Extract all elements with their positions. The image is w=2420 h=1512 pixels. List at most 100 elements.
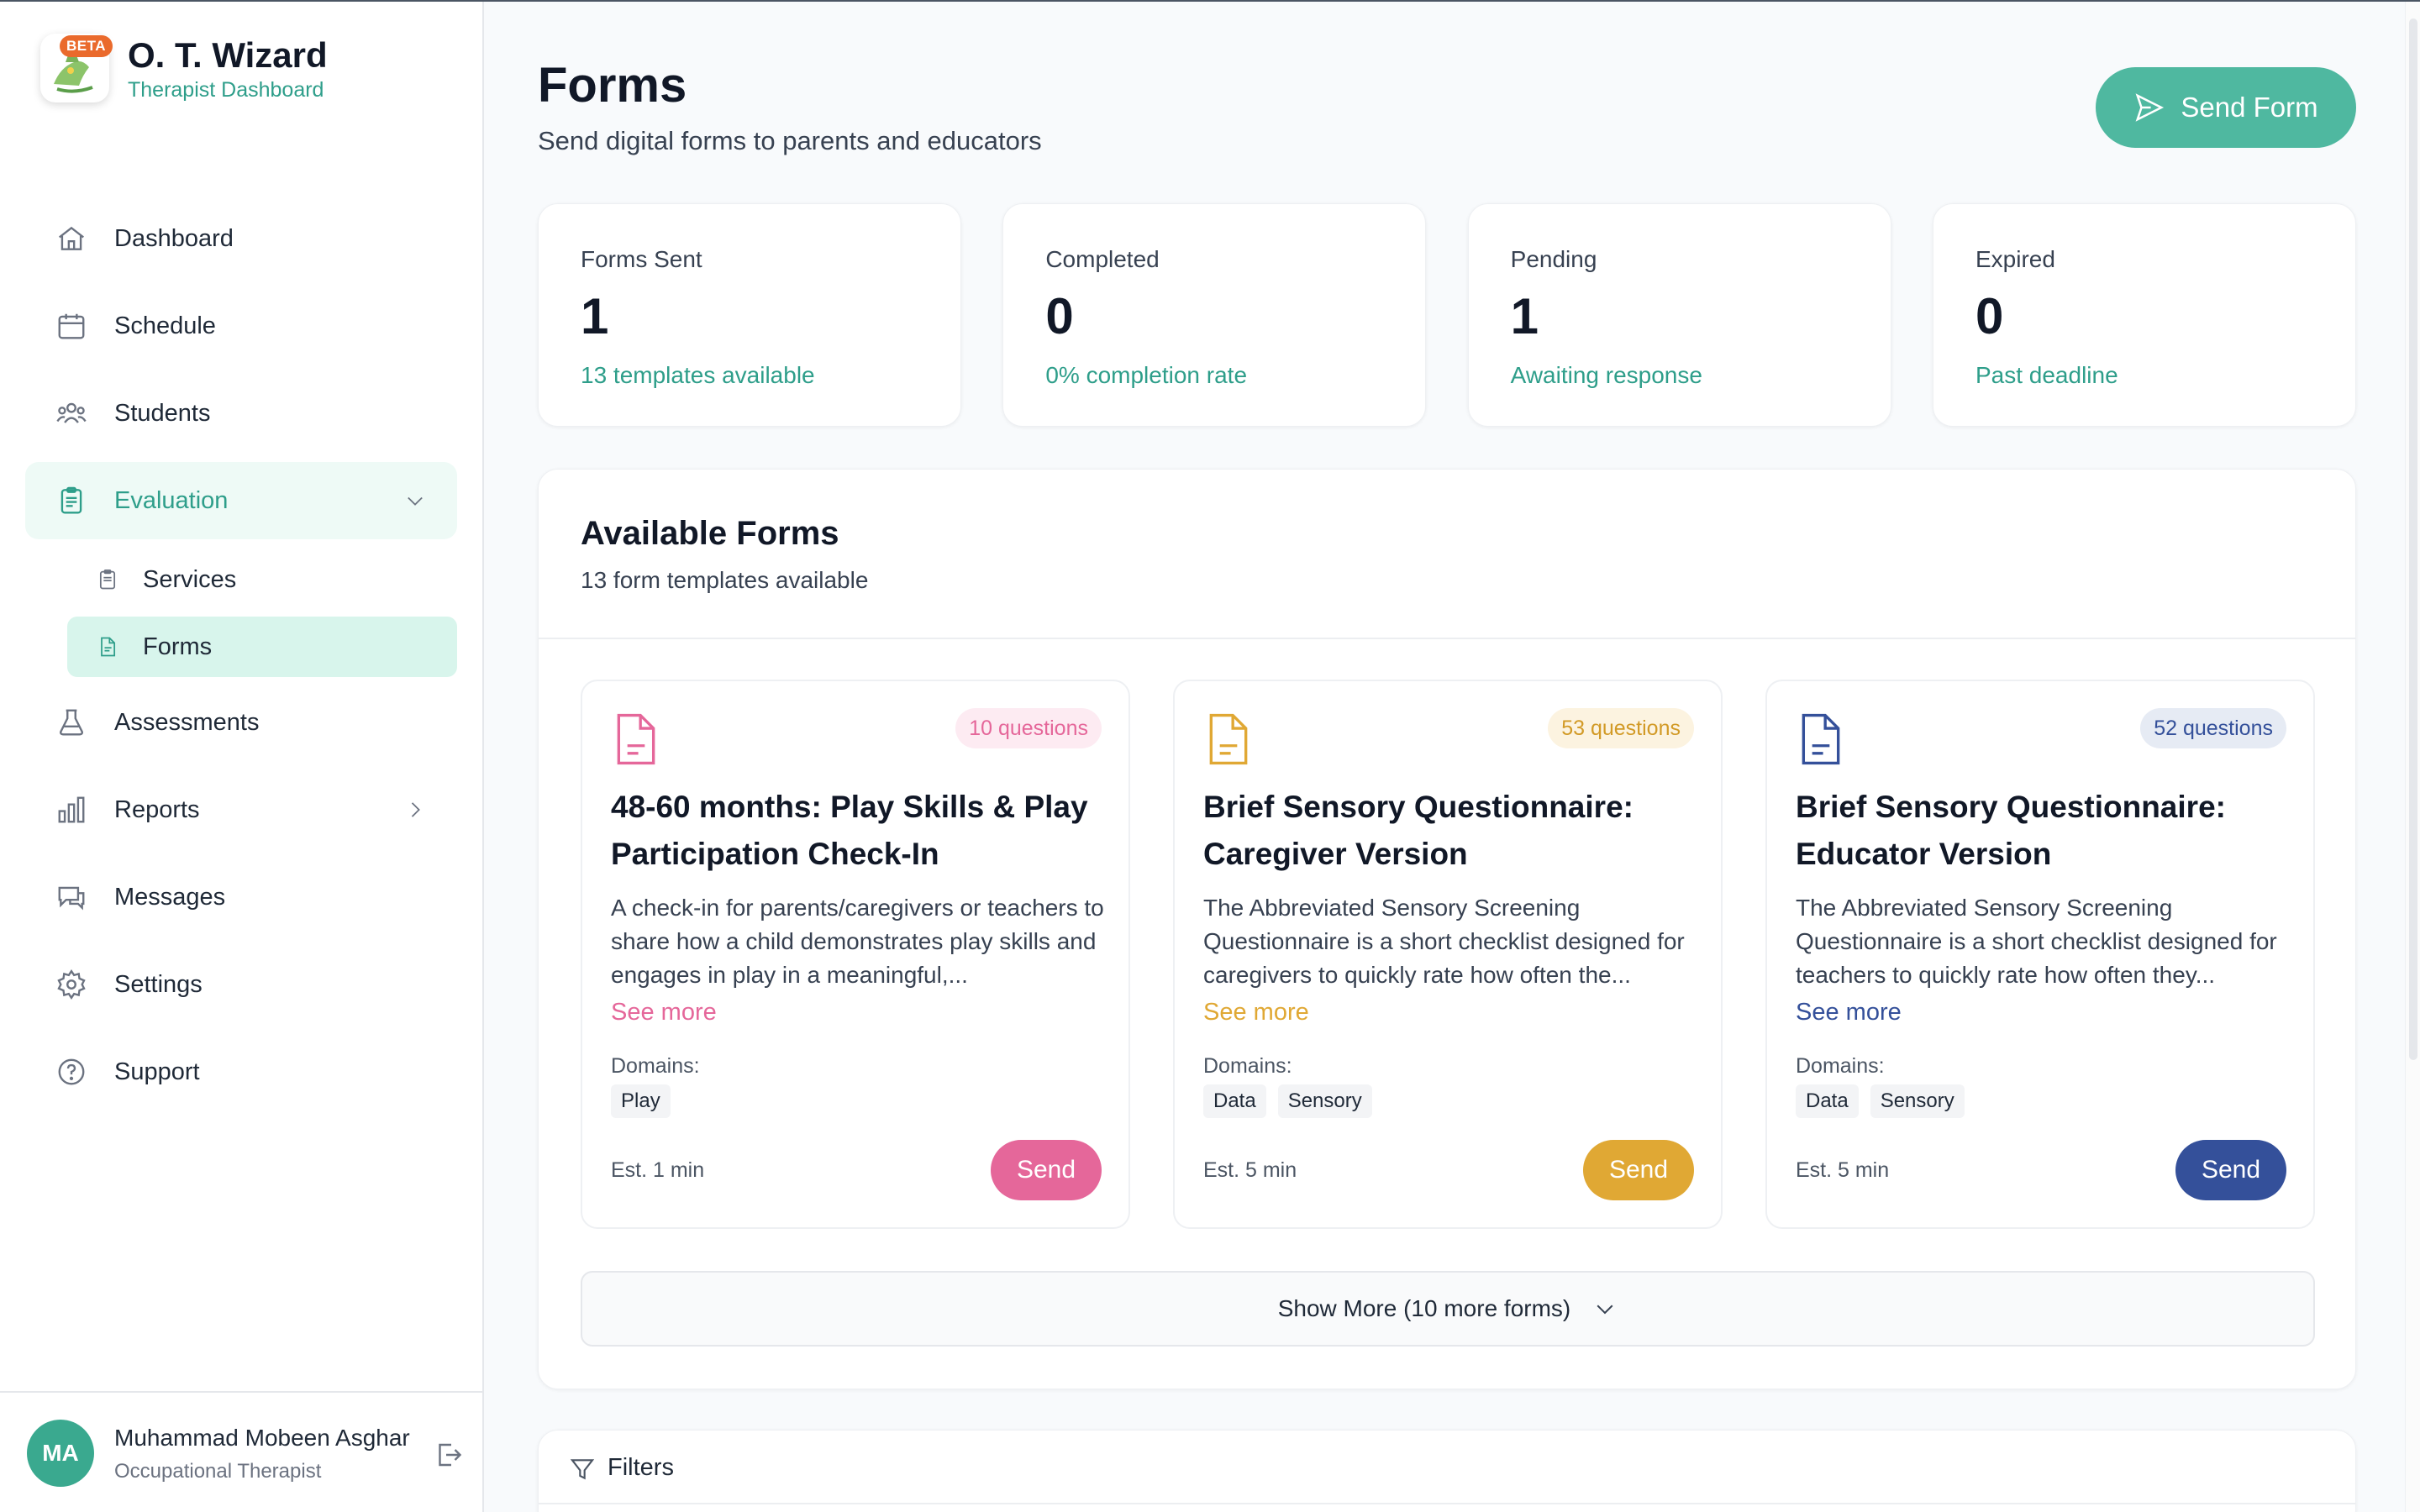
form-card-title: 48-60 months: Play Skills & Play Partici… bbox=[611, 790, 1088, 871]
stat-label: Completed bbox=[1045, 246, 1160, 272]
stat-label: Pending bbox=[1510, 246, 1597, 272]
form-card-description: A check-in for parents/caregivers or tea… bbox=[611, 895, 1104, 988]
see-more-link[interactable]: See more bbox=[1203, 999, 1309, 1026]
stat-label: Forms Sent bbox=[581, 246, 702, 272]
sidebar: BETA O. T. Wizard Therapist Dashboard Da… bbox=[0, 2, 484, 1512]
domain-chip: Play bbox=[611, 1084, 671, 1118]
filters-panel: Filters bbox=[538, 1430, 2356, 1512]
sidebar-item-evaluation[interactable]: Evaluation bbox=[25, 462, 457, 539]
form-card-title: Brief Sensory Questionnaire: Caregiver V… bbox=[1203, 790, 1634, 871]
stat-value: 0 bbox=[1045, 288, 1074, 344]
brand[interactable]: BETA O. T. Wizard Therapist Dashboard bbox=[40, 34, 328, 102]
sidebar-item-support[interactable]: Support bbox=[25, 1033, 457, 1110]
domain-chips: Play bbox=[611, 1084, 682, 1118]
sidebar-subitem-services[interactable]: Services bbox=[67, 549, 457, 610]
stat-value: 0 bbox=[1975, 288, 2004, 344]
sidebar-item-label: Evaluation bbox=[114, 486, 229, 514]
domain-chips: Data Sensory bbox=[1796, 1084, 1976, 1118]
sidebar-item-label: Settings bbox=[114, 970, 203, 998]
domain-chip: Sensory bbox=[1870, 1084, 1965, 1118]
sidebar-item-settings[interactable]: Settings bbox=[25, 946, 457, 1023]
sidebar-nav: Dashboard Schedule Students Evaluation S… bbox=[25, 200, 457, 1121]
filters-label[interactable]: Filters bbox=[608, 1454, 674, 1482]
form-card[interactable]: 10 questions 48-60 months: Play Skills &… bbox=[581, 680, 1130, 1229]
document-icon bbox=[1209, 713, 1248, 765]
stat-value: 1 bbox=[1510, 288, 1539, 344]
user-role: Occupational Therapist bbox=[114, 1460, 322, 1483]
stat-card-forms-sent: Forms Sent 1 13 templates available bbox=[538, 203, 961, 427]
stat-card-expired: Expired 0 Past deadline bbox=[1932, 203, 2356, 427]
sidebar-item-schedule[interactable]: Schedule bbox=[25, 287, 457, 365]
question-count-badge: 53 questions bbox=[1548, 708, 1694, 748]
show-more-button[interactable]: Show More (10 more forms) bbox=[581, 1271, 2315, 1347]
form-card-description: The Abbreviated Sensory Screening Questi… bbox=[1796, 895, 2277, 988]
stat-label: Expired bbox=[1975, 246, 2055, 272]
avatar[interactable]: MA bbox=[27, 1420, 94, 1487]
stat-card-completed: Completed 0 0% completion rate bbox=[1002, 203, 1427, 427]
estimated-time: Est. 5 min bbox=[1796, 1158, 1890, 1182]
panel-subtitle: 13 form templates available bbox=[581, 567, 869, 593]
form-card-title: Brief Sensory Questionnaire: Educator Ve… bbox=[1796, 790, 2226, 871]
stats-row: Forms Sent 1 13 templates available Comp… bbox=[538, 203, 2356, 427]
domains-label: Domains: bbox=[1796, 1054, 1885, 1078]
bar-chart-icon bbox=[58, 796, 85, 823]
domains-label: Domains: bbox=[611, 1054, 700, 1078]
document-icon bbox=[1802, 713, 1840, 765]
beta-badge: BETA bbox=[59, 35, 113, 57]
domain-chip: Data bbox=[1203, 1084, 1266, 1118]
scrollbar-thumb[interactable] bbox=[2409, 18, 2417, 1060]
sidebar-item-assessments[interactable]: Assessments bbox=[25, 684, 457, 761]
domain-chip: Data bbox=[1796, 1084, 1859, 1118]
sidebar-item-label: Support bbox=[114, 1058, 200, 1085]
stat-note: 0% completion rate bbox=[1045, 362, 1248, 388]
document-icon bbox=[101, 637, 116, 657]
divider bbox=[539, 638, 2355, 639]
chevron-right-icon[interactable] bbox=[403, 798, 427, 822]
sidebar-item-messages[interactable]: Messages bbox=[25, 858, 457, 936]
page-scrollbar[interactable] bbox=[2405, 2, 2420, 1512]
sidebar-item-label: Students bbox=[114, 399, 211, 427]
document-icon bbox=[617, 713, 655, 765]
send-button[interactable]: Send bbox=[1583, 1140, 1694, 1200]
sidebar-subitem-forms[interactable]: Forms bbox=[67, 617, 457, 677]
chevron-down-icon[interactable] bbox=[403, 489, 427, 512]
user-profile: MA Muhammad Mobeen Asghar Occupational T… bbox=[0, 1391, 482, 1512]
estimated-time: Est. 5 min bbox=[1203, 1158, 1297, 1182]
sidebar-item-label: Messages bbox=[114, 883, 226, 911]
domain-chips: Data Sensory bbox=[1203, 1084, 1384, 1118]
gear-icon bbox=[57, 969, 86, 1000]
form-card-description: The Abbreviated Sensory Screening Questi… bbox=[1203, 895, 1685, 988]
sidebar-subitem-label: Forms bbox=[143, 633, 213, 660]
sidebar-item-students[interactable]: Students bbox=[25, 375, 457, 452]
clipboard-icon bbox=[60, 486, 82, 514]
show-more-label: Show More (10 more forms) bbox=[1277, 1295, 1571, 1321]
flask-icon bbox=[60, 709, 83, 736]
sidebar-subitem-label: Services bbox=[143, 565, 237, 593]
send-button[interactable]: Send bbox=[991, 1140, 1102, 1200]
sidebar-item-label: Assessments bbox=[114, 708, 260, 736]
stat-card-pending: Pending 1 Awaiting response bbox=[1467, 203, 1891, 427]
form-card[interactable]: 53 questions Brief Sensory Questionnaire… bbox=[1173, 680, 1723, 1229]
logout-icon[interactable] bbox=[434, 1440, 464, 1470]
stat-note: Past deadline bbox=[1975, 362, 2118, 388]
send-icon bbox=[2135, 93, 2165, 122]
see-more-link[interactable]: See more bbox=[611, 999, 717, 1026]
domain-chip: Sensory bbox=[1277, 1084, 1372, 1118]
app-subtitle: Therapist Dashboard bbox=[128, 77, 324, 102]
see-more-link[interactable]: See more bbox=[1796, 999, 1902, 1026]
stat-note: 13 templates available bbox=[581, 362, 815, 388]
sidebar-item-label: Dashboard bbox=[114, 224, 234, 252]
form-card[interactable]: 52 questions Brief Sensory Questionnaire… bbox=[1765, 680, 2315, 1229]
chat-icon bbox=[58, 886, 85, 911]
clipboard-icon bbox=[99, 570, 116, 590]
sidebar-item-dashboard[interactable]: Dashboard bbox=[25, 200, 457, 277]
sidebar-item-label: Reports bbox=[114, 795, 200, 823]
domains-label: Domains: bbox=[1203, 1054, 1292, 1078]
help-icon bbox=[58, 1058, 85, 1085]
chevron-down-icon bbox=[1597, 1305, 1613, 1315]
send-button[interactable]: Send bbox=[2175, 1140, 2286, 1200]
divider bbox=[539, 1503, 2355, 1504]
home-icon bbox=[59, 226, 84, 250]
sidebar-item-reports[interactable]: Reports bbox=[25, 771, 457, 848]
send-form-button[interactable]: Send Form bbox=[2096, 67, 2356, 148]
